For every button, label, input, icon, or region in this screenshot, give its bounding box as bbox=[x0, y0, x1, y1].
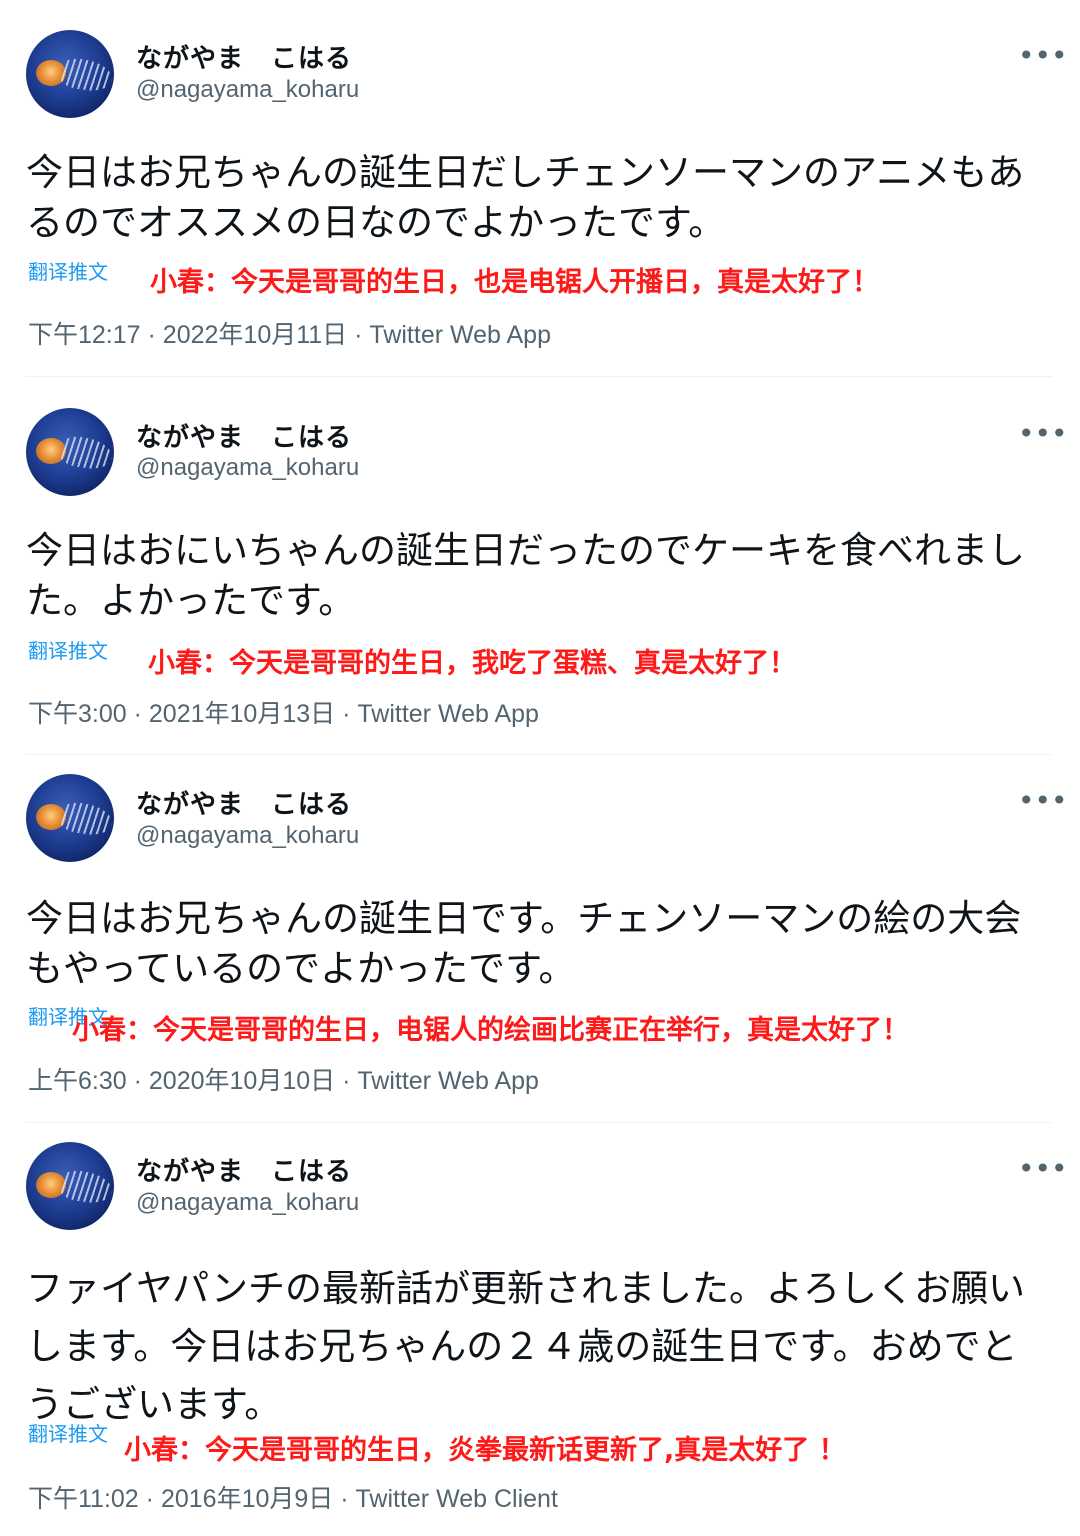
user-handle[interactable]: @nagayama_koharu bbox=[136, 1189, 359, 1217]
tweet-source[interactable]: Twitter Web App bbox=[357, 700, 539, 728]
tweet-meta: 下午11:02 · 2016年10月9日 · Twitter Web Clien… bbox=[28, 1485, 558, 1513]
display-name[interactable]: ながやま こはる bbox=[136, 784, 352, 821]
more-options-icon[interactable]: ••• bbox=[1018, 420, 1068, 448]
tweet-text: 今日はお兄ちゃんの誕生日だしチェンソーマンのアニメもあるのでオススメの日なのでよ… bbox=[26, 151, 1025, 244]
avatar[interactable] bbox=[26, 1142, 114, 1230]
user-handle[interactable]: @nagayama_koharu bbox=[136, 822, 359, 850]
tweet-meta: 下午12:17 · 2022年10月11日 · Twitter Web App bbox=[28, 321, 551, 349]
tweet-text: ファイヤパンチの最新話が更新されました。よろしくお願いします。今日はお兄ちゃんの… bbox=[26, 1267, 1025, 1426]
translate-tweet-link[interactable]: 翻译推文 bbox=[28, 1418, 108, 1447]
translate-tweet-link[interactable]: 翻译推文 bbox=[28, 635, 108, 664]
tweet-date[interactable]: 2022年10月11日 bbox=[163, 321, 347, 349]
translation-caption: 小春：今天是哥哥的生日，我吃了蛋糕、真是太好了！ bbox=[148, 648, 796, 679]
tweet[interactable]: ながやま こはる @nagayama_koharu ••• ファイヤパンチの最新… bbox=[0, 1123, 1080, 1536]
tweet-text: 今日はお兄ちゃんの誕生日です。チェンソーマンの絵の大会もやっているのでよかったで… bbox=[26, 897, 1022, 990]
display-name[interactable]: ながやま こはる bbox=[136, 1151, 352, 1188]
tweet[interactable]: ながやま こはる @nagayama_koharu ••• 今日はお兄ちゃんの誕… bbox=[0, 755, 1080, 1123]
user-handle[interactable]: @nagayama_koharu bbox=[136, 454, 359, 482]
tweet-source[interactable]: Twitter Web App bbox=[369, 321, 551, 349]
tweet-time[interactable]: 下午12:17 bbox=[28, 321, 141, 349]
translation-caption: 小春：今天是哥哥的生日，电锯人的绘画比赛正在举行，真是太好了！ bbox=[72, 1015, 909, 1046]
tweet-text: 今日はおにいちゃんの誕生日だったのでケーキを食べれました。よかったです。 bbox=[26, 529, 1025, 622]
tweet[interactable]: ながやま こはる @nagayama_koharu ••• 今日はおにいちゃんの… bbox=[0, 377, 1080, 755]
display-name[interactable]: ながやま こはる bbox=[136, 38, 352, 75]
tweet-source[interactable]: Twitter Web App bbox=[357, 1067, 539, 1095]
tweet-source[interactable]: Twitter Web Client bbox=[356, 1485, 558, 1513]
translation-caption: 小春：今天是哥哥的生日，也是电锯人开播日，真是太好了！ bbox=[150, 267, 879, 298]
avatar[interactable] bbox=[26, 774, 114, 862]
translation-caption: 小春：今天是哥哥的生日，炎拳最新话更新了,真是太好了 ！ bbox=[124, 1435, 846, 1466]
tweet-time[interactable]: 上午6:30 bbox=[28, 1067, 127, 1095]
more-options-icon[interactable]: ••• bbox=[1018, 787, 1068, 815]
display-name[interactable]: ながやま こはる bbox=[136, 417, 352, 454]
user-handle[interactable]: @nagayama_koharu bbox=[136, 76, 359, 104]
tweet-meta: 下午3:00 · 2021年10月13日 · Twitter Web App bbox=[28, 700, 539, 728]
more-options-icon[interactable]: ••• bbox=[1018, 42, 1068, 70]
translate-tweet-link[interactable]: 翻译推文 bbox=[28, 256, 108, 285]
avatar[interactable] bbox=[26, 408, 114, 496]
tweet-date[interactable]: 2021年10月13日 bbox=[149, 700, 335, 728]
tweet-time[interactable]: 下午3:00 bbox=[28, 700, 127, 728]
tweet-date[interactable]: 2016年10月9日 bbox=[161, 1485, 333, 1513]
tweet-time[interactable]: 下午11:02 bbox=[28, 1485, 139, 1513]
tweet[interactable]: ながやま こはる @nagayama_koharu ••• 今日はお兄ちゃんの誕… bbox=[0, 0, 1080, 377]
tweet-date[interactable]: 2020年10月10日 bbox=[149, 1067, 335, 1095]
tweet-meta: 上午6:30 · 2020年10月10日 · Twitter Web App bbox=[28, 1067, 539, 1095]
more-options-icon[interactable]: ••• bbox=[1018, 1155, 1068, 1183]
avatar[interactable] bbox=[26, 30, 114, 118]
